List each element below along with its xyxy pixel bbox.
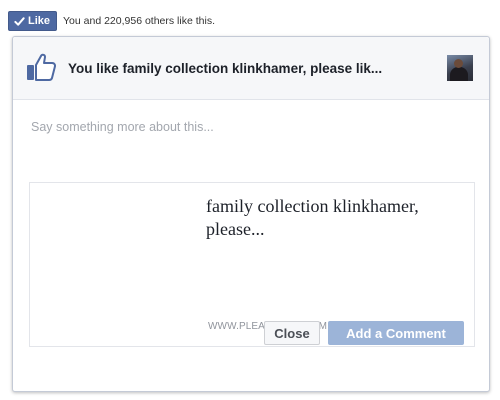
comment-input[interactable] <box>31 117 471 137</box>
like-button-label: Like <box>28 15 51 27</box>
like-strip: Like You and 220,956 others like this. <box>8 11 215 31</box>
thumbs-up-icon <box>27 53 57 81</box>
like-button[interactable]: Like <box>8 11 58 31</box>
avatar <box>447 55 473 81</box>
add-comment-button[interactable]: Add a Comment <box>328 321 464 345</box>
like-count-text: You and 220,956 others like this. <box>63 15 215 27</box>
check-icon <box>14 16 25 26</box>
preview-title: family collection klinkhamer, please... <box>206 196 419 239</box>
close-button[interactable]: Close <box>264 321 320 345</box>
dialog-title: You like family collection klinkhamer, p… <box>68 61 383 76</box>
dialog-header: You like family collection klinkhamer, p… <box>13 37 489 100</box>
